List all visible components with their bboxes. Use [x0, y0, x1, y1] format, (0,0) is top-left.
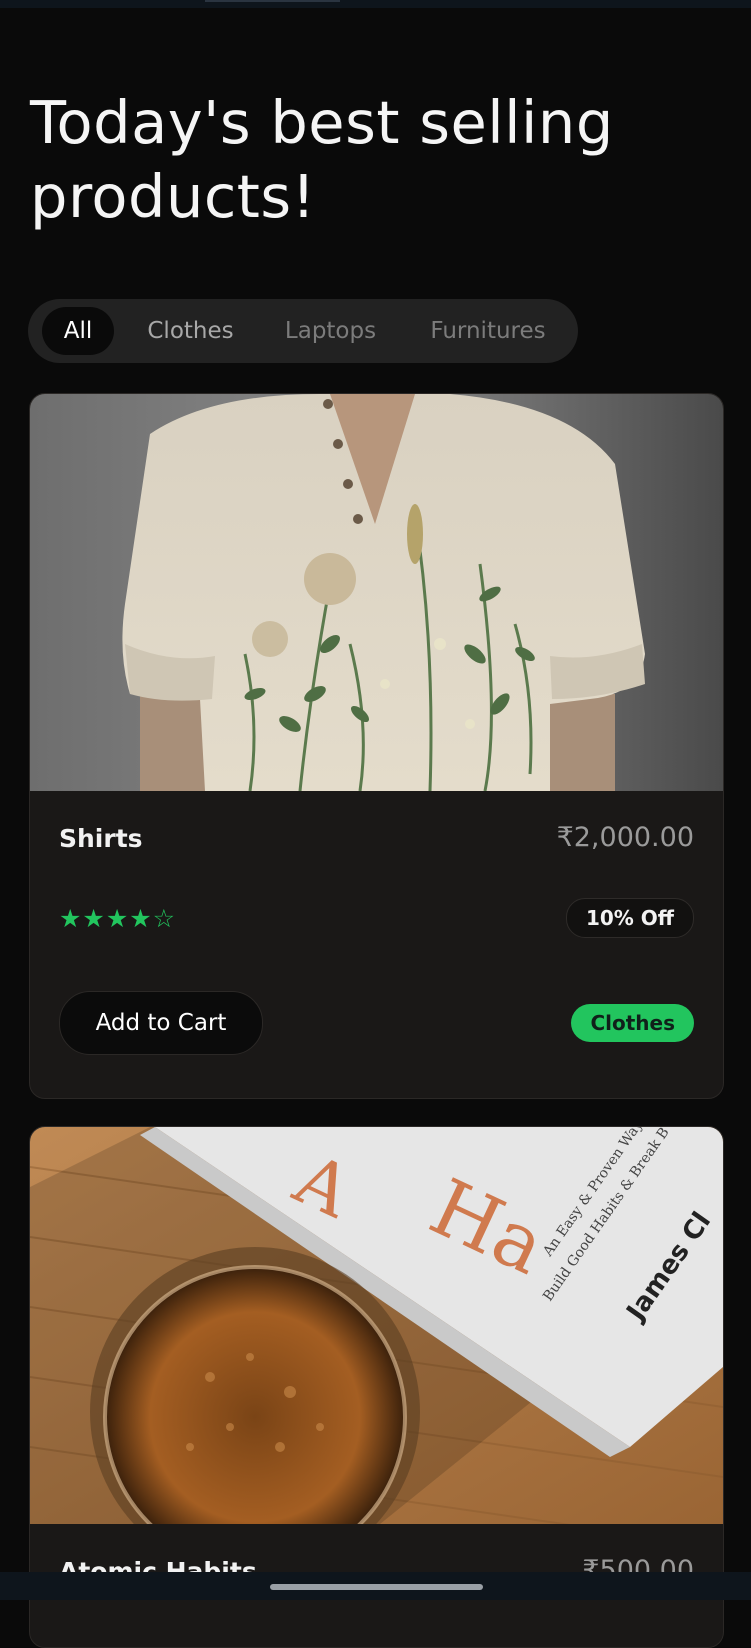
status-indicator: [205, 0, 340, 2]
add-to-cart-button[interactable]: Add to Cart: [59, 991, 263, 1055]
tab-laptops[interactable]: Laptops: [268, 307, 393, 355]
status-bar: [0, 0, 751, 8]
category-filter-tabs: All Clothes Laptops Furnitures: [28, 299, 578, 363]
product-image-book: A Ha An Easy & Proven Way Build Good Hab…: [30, 1127, 723, 1524]
page-title: Today's best selling products!: [30, 88, 614, 231]
tab-furnitures[interactable]: Furnitures: [413, 307, 563, 355]
tab-all[interactable]: All: [42, 307, 114, 355]
product-image-shirt: [30, 394, 723, 791]
product-name: Shirts: [59, 824, 143, 853]
star-rating: ★★★★☆: [59, 904, 177, 933]
home-gesture-handle[interactable]: [270, 1584, 483, 1590]
product-price: ₹2,000.00: [556, 822, 694, 853]
product-card-atomic-habits[interactable]: A Ha An Easy & Proven Way Build Good Hab…: [29, 1126, 724, 1648]
discount-badge: 10% Off: [565, 898, 694, 938]
product-card-shirts[interactable]: Shirts ₹2,000.00 ★★★★☆ 10% Off Add to Ca…: [29, 393, 724, 1099]
category-badge: Clothes: [571, 1004, 694, 1042]
tab-clothes[interactable]: Clothes: [128, 307, 253, 355]
